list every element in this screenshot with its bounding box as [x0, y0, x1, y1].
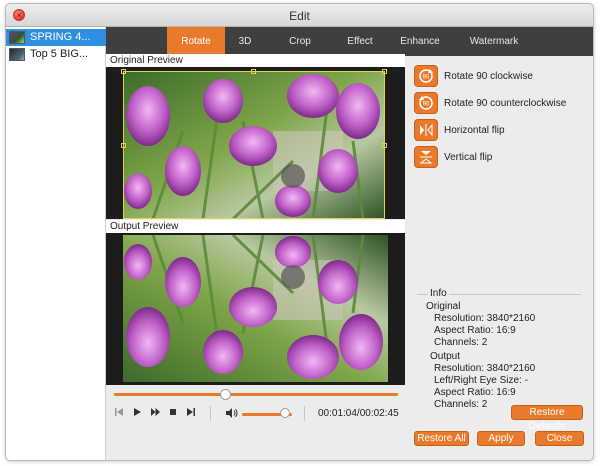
timeline-slider[interactable] — [106, 385, 405, 405]
video-thumbnail — [9, 31, 25, 44]
info-title: Info — [428, 288, 449, 299]
file-item-top5[interactable]: Top 5 BIG... — [6, 46, 106, 63]
horizontal-flip-label: Horizontal flip — [444, 125, 505, 136]
tab-crop[interactable]: Crop — [280, 27, 320, 56]
timeline-track[interactable] — [114, 393, 398, 396]
rotate-clockwise-icon: 90 — [419, 69, 433, 83]
selection-handle[interactable] — [382, 143, 387, 148]
info-original-heading: Original — [426, 301, 461, 312]
selection-handle[interactable] — [251, 69, 256, 74]
selection-handle[interactable] — [121, 143, 126, 148]
svg-text:90: 90 — [423, 75, 430, 81]
info-output-channels: Channels: 2 — [434, 399, 488, 410]
info-output-resolution: Resolution: 3840*2160 — [434, 363, 536, 374]
restore-defaults-button[interactable]: Restore Defaults — [511, 405, 583, 432]
playback-time: 00:01:04/00:02:45 — [318, 408, 399, 419]
divider — [304, 406, 305, 421]
restore-all-button[interactable]: Restore All — [414, 431, 469, 446]
vertical-flip-icon — [419, 151, 433, 164]
output-video-frame — [123, 235, 388, 382]
window-title: Edit — [289, 9, 310, 23]
selection-handle[interactable] — [382, 69, 387, 74]
info-output-eye-size: Left/Right Eye Size: - — [434, 375, 528, 386]
output-preview — [106, 233, 405, 385]
tab-rotate[interactable]: Rotate — [167, 27, 225, 56]
info-panel: Info Original Resolution: 3840*2160 Aspe… — [417, 288, 581, 410]
timeline-knob[interactable] — [219, 389, 231, 400]
file-item-spring[interactable]: SPRING 4... — [6, 29, 106, 46]
rotate-clockwise-button[interactable]: 90 — [414, 65, 438, 87]
volume-knob[interactable] — [279, 408, 290, 418]
rotate-counterclockwise-label: Rotate 90 counterclockwise — [444, 98, 567, 109]
horizontal-flip-icon — [420, 123, 433, 137]
vertical-flip-button[interactable] — [414, 146, 438, 168]
stop-icon[interactable] — [166, 407, 180, 421]
info-original-channels: Channels: 2 — [434, 337, 488, 348]
volume-icon[interactable] — [224, 407, 238, 421]
close-button[interactable]: Close — [535, 431, 584, 446]
info-original-aspect: Aspect Ratio: 16:9 — [434, 325, 516, 336]
selection-handle[interactable] — [121, 69, 126, 74]
original-preview — [106, 67, 405, 219]
file-name: SPRING 4... — [30, 31, 91, 43]
horizontal-flip-button[interactable] — [414, 119, 438, 141]
playback-controls: 00:01:04/00:02:45 — [106, 403, 405, 425]
tab-watermark[interactable]: Watermark — [464, 27, 524, 56]
tab-effect[interactable]: Effect — [338, 27, 382, 56]
tab-bar: Rotate 3D Crop Effect Enhance Watermark — [106, 27, 593, 56]
divider — [210, 406, 211, 421]
video-thumbnail — [9, 48, 25, 61]
tab-3d[interactable]: 3D — [230, 27, 260, 56]
vertical-flip-label: Vertical flip — [444, 152, 493, 163]
skip-start-icon[interactable] — [112, 407, 126, 421]
info-output-heading: Output — [430, 351, 461, 362]
svg-text:90: 90 — [423, 102, 430, 108]
file-name: Top 5 BIG... — [30, 48, 89, 60]
rotate-counterclockwise-icon: 90 — [419, 96, 433, 110]
original-preview-label: Original Preview — [106, 54, 405, 67]
rotate-counterclockwise-button[interactable]: 90 — [414, 92, 438, 114]
info-output-aspect: Aspect Ratio: 16:9 — [434, 387, 516, 398]
apply-button[interactable]: Apply — [477, 431, 525, 446]
info-original-resolution: Resolution: 3840*2160 — [434, 313, 536, 324]
rotate-clockwise-label: Rotate 90 clockwise — [444, 71, 533, 82]
fast-forward-icon[interactable] — [148, 407, 162, 421]
skip-end-icon[interactable] — [184, 407, 198, 421]
title-bar: × Edit — [6, 4, 593, 27]
tab-enhance[interactable]: Enhance — [395, 27, 445, 56]
file-list: SPRING 4... Top 5 BIG... — [6, 27, 106, 460]
play-icon[interactable] — [130, 407, 144, 421]
crop-selection-frame[interactable] — [123, 71, 385, 219]
output-preview-label: Output Preview — [106, 220, 405, 233]
